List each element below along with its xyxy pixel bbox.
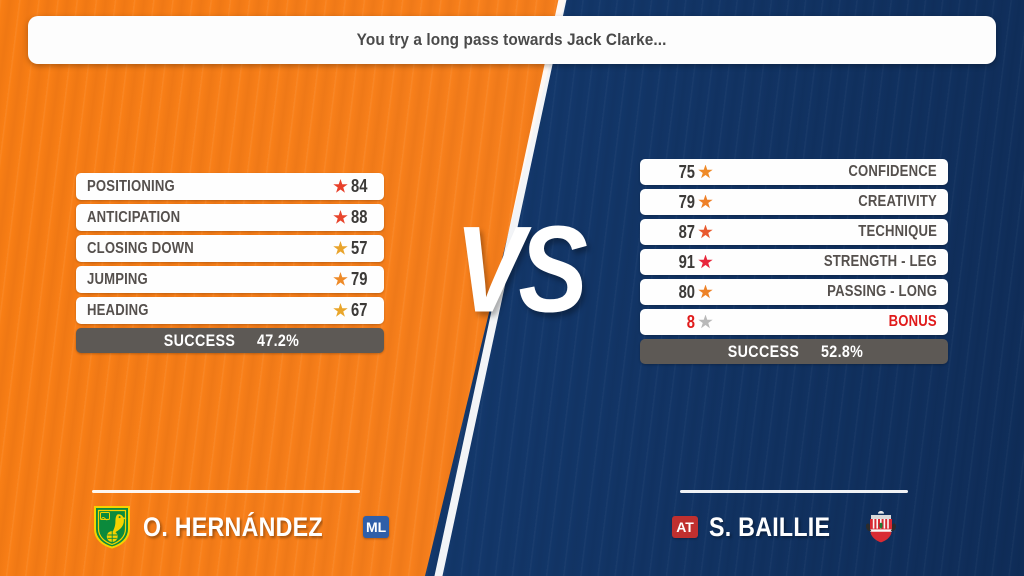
stat-value: 8	[686, 311, 695, 332]
stat-label: POSITIONING	[87, 177, 175, 195]
stat-row[interactable]: 75 CONFIDENCE	[640, 159, 948, 185]
stat-row[interactable]: 8 BONUS	[640, 309, 948, 335]
stat-value-group: 79	[651, 192, 713, 213]
stat-value: 80	[678, 281, 695, 302]
star-icon	[333, 241, 348, 255]
right-player-footer: AT S. BAILLIE	[672, 490, 972, 549]
star-icon	[333, 272, 348, 286]
right-stats-panel: 75 CONFIDENCE 79 CREATIVITY 87 TECHNIQUE 91 STR…	[640, 159, 948, 364]
stat-value-group: 88	[333, 207, 373, 228]
stat-value-group: 75	[651, 162, 713, 183]
star-icon	[333, 303, 348, 317]
stat-value: 79	[678, 191, 695, 212]
star-icon	[698, 254, 713, 269]
stat-label: CONFIDENCE	[848, 163, 937, 180]
left-stats-panel: POSITIONING 84 ANTICIPATION 88 CLOSING DOWN 5…	[76, 173, 384, 353]
norwich-city-crest-icon	[92, 505, 132, 549]
stat-row[interactable]: HEADING 67	[76, 297, 384, 324]
stat-value: 67	[351, 300, 368, 320]
stat-value: 87	[678, 221, 695, 242]
left-player-divider	[92, 490, 360, 493]
versus-label: VS	[455, 201, 588, 339]
star-icon	[333, 210, 348, 224]
stat-label: BONUS	[888, 313, 937, 330]
stat-value-group: 87	[651, 222, 713, 243]
stat-label: CREATIVITY	[858, 193, 937, 210]
stat-value-group: 84	[333, 176, 373, 197]
stat-value-group: 67	[333, 300, 373, 321]
right-player-name: S. BAILLIE	[709, 511, 831, 542]
stat-row[interactable]: ANTICIPATION 88	[76, 204, 384, 231]
stat-value: 79	[351, 269, 368, 289]
star-icon	[698, 314, 713, 329]
right-success-percent: 52.8%	[820, 341, 864, 361]
stat-value: 88	[351, 207, 368, 227]
stat-label: ANTICIPATION	[87, 208, 181, 226]
star-icon	[698, 224, 713, 239]
star-icon	[698, 194, 713, 209]
left-player-name: O. HERNÁNDEZ	[143, 511, 323, 542]
stat-row[interactable]: POSITIONING 84	[76, 173, 384, 200]
left-success-percent: 47.2%	[256, 330, 300, 350]
stat-value-group: 80	[651, 282, 713, 303]
star-icon	[698, 284, 713, 299]
stat-row[interactable]: 79 CREATIVITY	[640, 189, 948, 215]
stat-label: HEADING	[87, 301, 149, 319]
stat-label: TECHNIQUE	[858, 223, 937, 240]
commentary-banner[interactable]: You try a long pass towards Jack Clarke.…	[28, 16, 996, 64]
star-icon	[333, 179, 348, 193]
stat-row[interactable]: 80 PASSING - LONG	[640, 279, 948, 305]
right-success-bar: SUCCESS 52.8%	[640, 339, 948, 364]
stat-value: 84	[351, 176, 368, 196]
star-icon	[698, 164, 713, 179]
stat-value-group: 91	[651, 252, 713, 273]
stat-row[interactable]: CLOSING DOWN 57	[76, 235, 384, 262]
stat-value-group: 79	[333, 269, 373, 290]
left-success-bar: SUCCESS 47.2%	[76, 328, 384, 353]
right-player-divider	[680, 490, 908, 493]
sunderland-crest-icon	[861, 505, 901, 549]
stat-label: PASSING - LONG	[827, 283, 937, 300]
commentary-text: You try a long pass towards Jack Clarke.…	[357, 30, 667, 49]
stat-row[interactable]: JUMPING 79	[76, 266, 384, 293]
stat-row[interactable]: 91 STRENGTH - LEG	[640, 249, 948, 275]
stat-value: 57	[351, 238, 368, 258]
stat-label: CLOSING DOWN	[87, 239, 194, 257]
stat-label: STRENGTH - LEG	[823, 253, 937, 270]
stat-value: 75	[678, 161, 695, 182]
right-success-label: SUCCESS	[727, 341, 800, 361]
stat-row[interactable]: 87 TECHNIQUE	[640, 219, 948, 245]
left-player-footer: O. HERNÁNDEZ ML	[92, 490, 392, 549]
stat-value-group: 57	[333, 238, 373, 259]
match-event-screen: You try a long pass towards Jack Clarke.…	[0, 0, 1024, 576]
right-player-position-badge: AT	[672, 516, 698, 538]
stat-label: JUMPING	[87, 270, 148, 288]
stat-value-group: 8	[651, 312, 713, 333]
stat-value: 91	[678, 251, 695, 272]
left-success-label: SUCCESS	[163, 330, 236, 350]
left-player-position-badge: ML	[363, 516, 390, 538]
